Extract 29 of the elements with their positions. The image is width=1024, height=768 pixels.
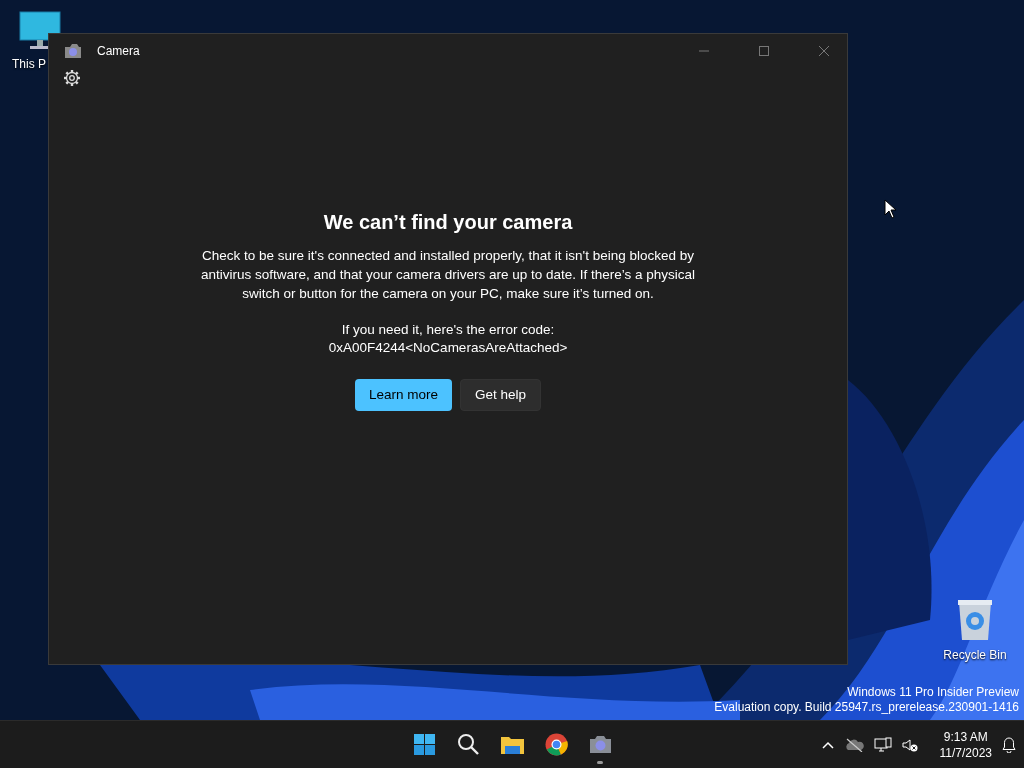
error-code: 0xA00F4244<NoCamerasAreAttached> [328,339,568,357]
watermark-text: Evaluation copy. Build 25947.rs_prerelease.230901-1416 [714,700,1019,715]
settings-icon[interactable] [63,69,81,87]
icon-label: This P [12,56,46,73]
watermark-text: Windows 11 Pro Insider Preview [846,685,1019,700]
start-icon [411,732,437,757]
icon-label: Recycle Bin [943,647,1007,664]
recycle-bin-icon[interactable] [955,598,995,642]
maximize-icon [759,45,769,56]
window-title: Camera [97,42,140,60]
chevron-up-icon[interactable] [821,741,834,749]
running-indicator [597,760,603,764]
date-text: 11/7/2023 [939,745,992,761]
error-code-intro: If you need it, here's the error code: [341,321,555,339]
clock[interactable]: 9:13 AM 11/7/2023 [939,729,992,761]
search-icon [455,732,481,757]
notification-bell-icon[interactable] [1002,737,1016,753]
cloud-off-icon[interactable] [843,738,864,752]
mouse-pointer-icon [884,199,898,219]
camera-icon [63,42,83,59]
browser-icon [543,732,569,757]
close-icon [819,45,829,56]
learn-more-button[interactable]: Learn more [354,379,452,411]
network-icon[interactable] [873,737,892,753]
volume-muted-icon[interactable] [901,738,918,752]
error-heading: We can’t find your camera [323,210,573,234]
time-text: 9:13 AM [942,729,989,745]
get-help-button[interactable]: Get help [460,379,542,411]
error-message: Check to be sure it's connected and installed properly, that it isn't being blocked by antivirus software, and that your camera drivers are up to date. If there’s a physical switch or button for the camera on your PC, make sure it’s turned on. [199,247,697,303]
